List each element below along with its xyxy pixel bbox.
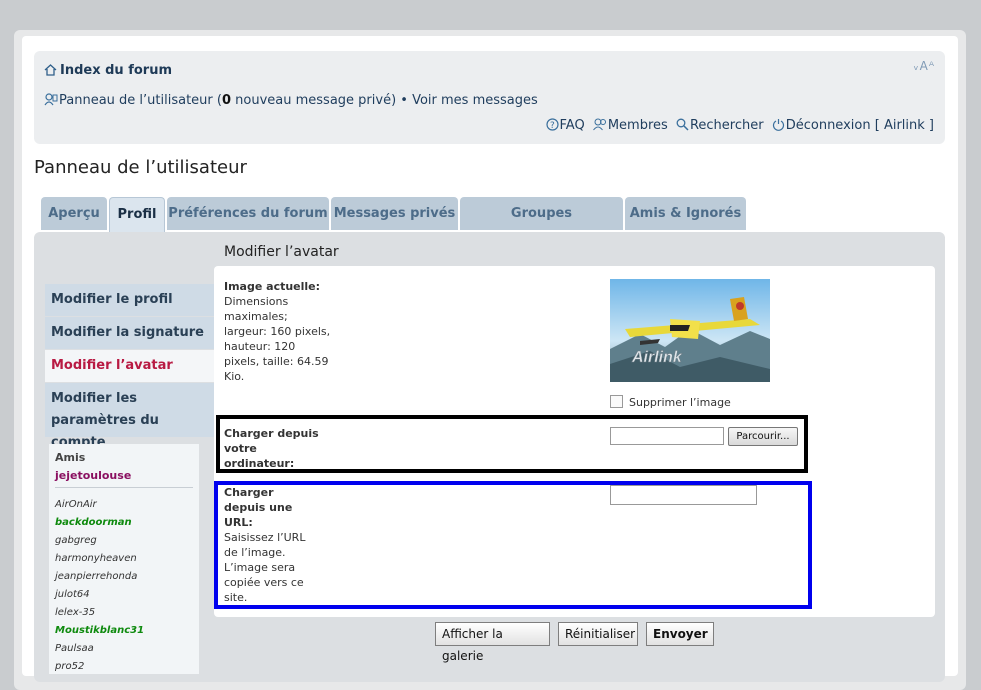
menu-edit-signature[interactable]: Modifier la signature (45, 317, 214, 349)
tab-messages-prives[interactable]: Messages privés (331, 197, 458, 230)
home-icon (44, 64, 57, 76)
svg-text:?: ? (550, 121, 555, 131)
upload-label: Charger depuis votre ordinateur: (224, 426, 324, 471)
tab-profil[interactable]: Profil (109, 197, 165, 232)
avatar-image: Airlink (610, 279, 770, 382)
tab-apercu[interactable]: Aperçu (41, 197, 107, 230)
members-icon (592, 118, 606, 131)
delete-image-option[interactable]: Supprimer l’image (610, 395, 731, 409)
divider (55, 487, 193, 488)
power-icon (772, 119, 784, 131)
index-link[interactable]: Index du forum (44, 63, 172, 78)
logout-link[interactable]: Déconnexion (772, 118, 871, 133)
url-title: Charger depuis une URL: (224, 486, 293, 529)
friends-heading: Amis (55, 451, 86, 464)
pm-open-paren: ( (212, 93, 222, 108)
gallery-button[interactable]: Afficher la galerie (435, 622, 550, 663)
friend-item[interactable]: harmonyheaven (55, 553, 137, 564)
menu-edit-profile[interactable]: Modifier le profil (45, 284, 214, 316)
ucp-link[interactable]: Panneau de l’utilisateur (59, 93, 213, 108)
url-explain: Saisissez l’URL de l’image. L’image sera… (224, 531, 306, 604)
index-label: Index du forum (60, 63, 173, 78)
friend-item[interactable]: gabgreg (55, 535, 97, 546)
delete-image-label: Supprimer l’image (629, 396, 731, 409)
pm-count: 0 (221, 93, 232, 108)
font-size-control[interactable]: ᵥAᴬ (914, 59, 935, 73)
friend-item[interactable]: pro52 (55, 661, 84, 672)
friend-item[interactable]: jeanpierrehonda (55, 571, 137, 582)
view-messages-link[interactable]: Voir mes messages (412, 93, 538, 108)
search-icon (676, 118, 689, 131)
current-image-title: Image actuelle: (224, 280, 321, 293)
delete-checkbox[interactable] (610, 395, 623, 408)
friend-item[interactable]: lelex-35 (55, 607, 95, 618)
user-bracket-open: [ (874, 118, 884, 133)
url-input[interactable] (610, 485, 757, 505)
tab-amis[interactable]: Amis & Ignorés (625, 197, 746, 230)
browse-button[interactable]: Parcourir... (728, 427, 798, 446)
menu-edit-avatar[interactable]: Modifier l’avatar (45, 350, 214, 382)
file-input[interactable] (610, 427, 724, 445)
separator: • (396, 93, 413, 108)
friends-list: Amis jejetoulouse AirOnAir backdoorman gab… (49, 444, 199, 674)
page-title: Panneau de l’utilisateur (34, 157, 247, 178)
user-bracket-close: ] (924, 118, 934, 133)
friend-item[interactable]: julot64 (55, 589, 90, 600)
ucp-nav-line: Panneau de l’utilisateur (0 nouveau mess… (44, 92, 538, 108)
upload-title: Charger depuis votre ordinateur: (224, 427, 319, 470)
pm-text[interactable]: nouveau message privé) (231, 93, 396, 108)
avatar-text: Airlink (631, 349, 683, 366)
menu-edit-account[interactable]: Modifier les paramètres du compte (45, 383, 214, 450)
friend-item[interactable]: Paulsaa (55, 643, 94, 654)
friend-item[interactable]: AirOnAir (55, 499, 97, 510)
friend-item[interactable]: Moustikblanc31 (55, 625, 144, 636)
help-icon: ? (545, 118, 559, 131)
submit-button[interactable]: Envoyer (646, 622, 714, 646)
user-icon (44, 93, 58, 106)
username-link[interactable]: Airlink (884, 118, 925, 133)
current-image-explain: Dimensions maximales; largeur: 160 pixel… (224, 295, 331, 383)
section-title: Modifier l’avatar (224, 244, 339, 260)
url-label: Charger depuis une URL: Saisissez l’URL d… (224, 485, 314, 605)
tab-preferences[interactable]: Préférences du forum (167, 197, 329, 230)
friend-item[interactable]: backdoorman (55, 517, 132, 528)
logout-label: Déconnexion (785, 118, 871, 133)
reset-button[interactable]: Réinitialiser (558, 622, 638, 646)
faq-label: FAQ (559, 118, 585, 133)
header-bar: Index du forum ᵥAᴬ Panneau de l’utilisat… (34, 51, 945, 144)
search-label: Rechercher (689, 118, 764, 133)
profile-submenu: Modifier le profil Modifier la signature… (45, 284, 214, 450)
friend-current[interactable]: jejetoulouse (55, 469, 131, 482)
members-link[interactable]: Membres (592, 118, 668, 133)
header-links: ? FAQ Membres Rechercher Déconnexion [ Ai… (542, 118, 934, 133)
members-label: Membres (607, 118, 668, 133)
current-image-label: Image actuelle: Dimensions maximales; lar… (224, 279, 334, 384)
search-link[interactable]: Rechercher (676, 118, 764, 133)
tab-groupes[interactable]: Groupes d’utilisateurs (460, 197, 623, 254)
faq-link[interactable]: ? FAQ (545, 118, 585, 133)
